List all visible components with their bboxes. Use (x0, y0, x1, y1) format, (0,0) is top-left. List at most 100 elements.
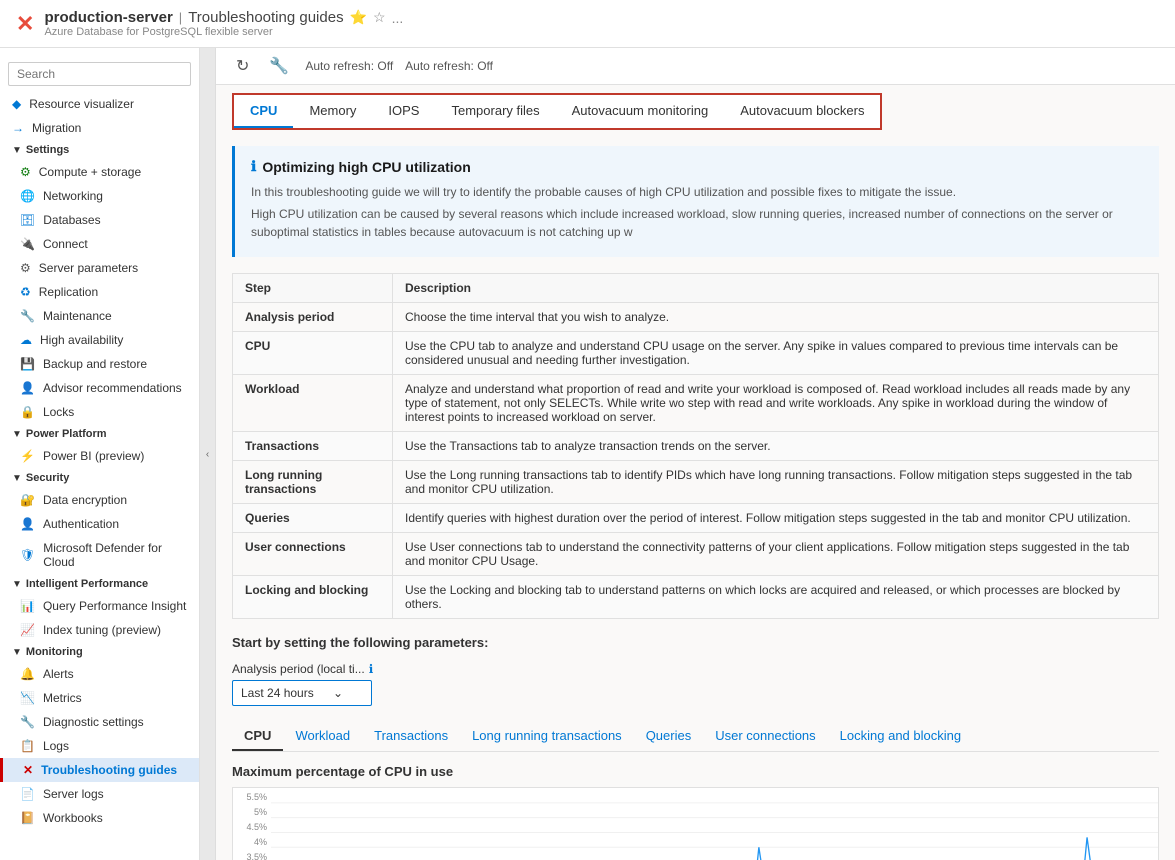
sidebar-item-label: Networking (43, 189, 103, 203)
step-description: Analyze and understand what proportion o… (393, 375, 1159, 432)
main-tabs: CPU Memory IOPS Temporary files Autovacu… (232, 93, 882, 130)
step-name: User connections (233, 533, 393, 576)
sub-tab-cpu[interactable]: CPU (232, 722, 283, 751)
info-title: ℹ Optimizing high CPU utilization (251, 158, 1143, 175)
logs-icon: 📋 (20, 739, 35, 753)
sidebar-item-troubleshooting-guides[interactable]: ✕ Troubleshooting guides (0, 758, 199, 782)
sidebar-item-defender[interactable]: 🛡 Microsoft Defender for Cloud (0, 536, 199, 574)
sub-tab-user-connections[interactable]: User connections (703, 722, 827, 751)
step-name: Long running transactions (233, 461, 393, 504)
chevron-down-icon: ▼ (12, 145, 22, 156)
favorite-icon[interactable]: ⭐ (350, 9, 367, 26)
sidebar-item-label: Metrics (43, 691, 82, 705)
step-name: Queries (233, 504, 393, 533)
sub-tab-long-running[interactable]: Long running transactions (460, 722, 634, 751)
more-options-icon[interactable]: ... (392, 10, 404, 26)
step-name: Transactions (233, 432, 393, 461)
app-header: ✕ production-server | Troubleshooting gu… (0, 0, 1175, 48)
migration-icon: → (12, 121, 24, 135)
sidebar-item-label: Alerts (43, 667, 74, 681)
step-description: Choose the time interval that you wish t… (393, 303, 1159, 332)
chevron-down-icon: ▼ (12, 429, 22, 440)
header-divider: | (179, 10, 182, 25)
sidebar-item-label: Logs (43, 739, 69, 753)
tab-memory[interactable]: Memory (293, 95, 372, 128)
settings-button[interactable]: 🔧 (265, 54, 293, 78)
section-security[interactable]: ▼ Security (0, 468, 199, 488)
info-box: ℹ Optimizing high CPU utilization In thi… (232, 146, 1159, 257)
high-availability-icon: ☁ (20, 333, 32, 347)
locks-icon: 🔒 (20, 405, 35, 419)
tab-iops[interactable]: IOPS (372, 95, 435, 128)
troubleshooting-icon: ✕ (23, 763, 33, 777)
sub-tab-locking-blocking[interactable]: Locking and blocking (828, 722, 973, 751)
sidebar-item-label: Backup and restore (43, 357, 147, 371)
sidebar-item-metrics[interactable]: 📉 Metrics (0, 686, 199, 710)
tab-temporary-files[interactable]: Temporary files (435, 95, 555, 128)
sidebar-item-migration[interactable]: → Migration (0, 116, 199, 140)
step-description: Use the Long running transactions tab to… (393, 461, 1159, 504)
sidebar-item-server-parameters[interactable]: ⚙ Server parameters (0, 256, 199, 280)
sidebar-item-label: Troubleshooting guides (41, 763, 177, 777)
params-title: Start by setting the following parameter… (232, 635, 1159, 650)
section-label: Intelligent Performance (26, 578, 148, 590)
maintenance-icon: 🔧 (20, 309, 35, 323)
sidebar-item-backup-restore[interactable]: 💾 Backup and restore (0, 352, 199, 376)
sidebar-item-locks[interactable]: 🔒 Locks (0, 400, 199, 424)
sidebar-item-connect[interactable]: 🔌 Connect (0, 232, 199, 256)
chart-section: Maximum percentage of CPU in use 5.5% 5%… (232, 764, 1159, 860)
tab-autovacuum-blockers[interactable]: Autovacuum blockers (724, 95, 880, 128)
sidebar-item-replication[interactable]: ♻ Replication (0, 280, 199, 304)
analysis-period-dropdown[interactable]: Last 24 hours ⌄ (232, 680, 372, 706)
compute-icon: ⚙ (20, 165, 31, 179)
sidebar-item-advisor[interactable]: 👤 Advisor recommendations (0, 376, 199, 400)
tab-cpu[interactable]: CPU (234, 95, 293, 128)
sidebar-item-authentication[interactable]: 👤 Authentication (0, 512, 199, 536)
section-monitoring[interactable]: ▼ Monitoring (0, 642, 199, 662)
header-meta: Azure Database for PostgreSQL flexible s… (44, 26, 403, 38)
sub-tab-transactions[interactable]: Transactions (362, 722, 460, 751)
step-name: CPU (233, 332, 393, 375)
sub-tab-queries[interactable]: Queries (634, 722, 704, 751)
star-icon[interactable]: ☆ (373, 9, 386, 26)
sidebar-item-diagnostic-settings[interactable]: 🔧 Diagnostic settings (0, 710, 199, 734)
sidebar-item-alerts[interactable]: 🔔 Alerts (0, 662, 199, 686)
sidebar-item-databases[interactable]: 🗄 Databases (0, 208, 199, 232)
section-power-platform[interactable]: ▼ Power Platform (0, 424, 199, 444)
sidebar-item-logs[interactable]: 📋 Logs (0, 734, 199, 758)
step-description: Identify queries with highest duration o… (393, 504, 1159, 533)
refresh-button[interactable]: ↻ (232, 54, 253, 78)
step-name: Locking and blocking (233, 576, 393, 619)
step-description: Use the Transactions tab to analyze tran… (393, 432, 1159, 461)
tab-autovacuum-monitoring[interactable]: Autovacuum monitoring (556, 95, 725, 128)
sidebar-item-label: Authentication (43, 517, 119, 531)
section-intelligent-performance[interactable]: ▼ Intelligent Performance (0, 574, 199, 594)
sidebar-item-power-bi[interactable]: ⚡ Power BI (preview) (0, 444, 199, 468)
query-perf-icon: 📊 (20, 599, 35, 613)
sidebar-item-workbooks[interactable]: 📔 Workbooks (0, 806, 199, 830)
sub-tab-workload[interactable]: Workload (283, 722, 362, 751)
search-input[interactable] (8, 62, 191, 86)
table-row: Locking and blockingUse the Locking and … (233, 576, 1159, 619)
info-icon: ℹ (251, 158, 256, 175)
sidebar-item-index-tuning[interactable]: 📈 Index tuning (preview) (0, 618, 199, 642)
sidebar-item-resource-visualizer[interactable]: ◆ Resource visualizer (0, 92, 199, 116)
page-title: Troubleshooting guides (188, 9, 343, 26)
chart-area: 5.5% 5% 4.5% 4% 3.5% 3% 2.5% 2% 1.5% 1% … (232, 787, 1159, 860)
diagnostic-icon: 🔧 (20, 715, 35, 729)
sidebar-item-high-availability[interactable]: ☁ High availability (0, 328, 199, 352)
chart-title: Maximum percentage of CPU in use (232, 764, 1159, 779)
col-step: Step (233, 274, 393, 303)
sidebar-item-compute-storage[interactable]: ⚙ Compute + storage (0, 160, 199, 184)
table-row: Long running transactionsUse the Long ru… (233, 461, 1159, 504)
sidebar-item-server-logs[interactable]: 📄 Server logs (0, 782, 199, 806)
sidebar-item-data-encryption[interactable]: 🔐 Data encryption (0, 488, 199, 512)
section-label: Settings (26, 144, 69, 156)
sidebar-item-query-performance[interactable]: 📊 Query Performance Insight (0, 594, 199, 618)
sidebar-toggle-button[interactable]: ‹ (200, 48, 216, 860)
sidebar-item-maintenance[interactable]: 🔧 Maintenance (0, 304, 199, 328)
sidebar-item-networking[interactable]: 🌐 Networking (0, 184, 199, 208)
sidebar-item-label: Advisor recommendations (43, 381, 182, 395)
sidebar-item-label: Connect (43, 237, 88, 251)
section-settings[interactable]: ▼ Settings (0, 140, 199, 160)
